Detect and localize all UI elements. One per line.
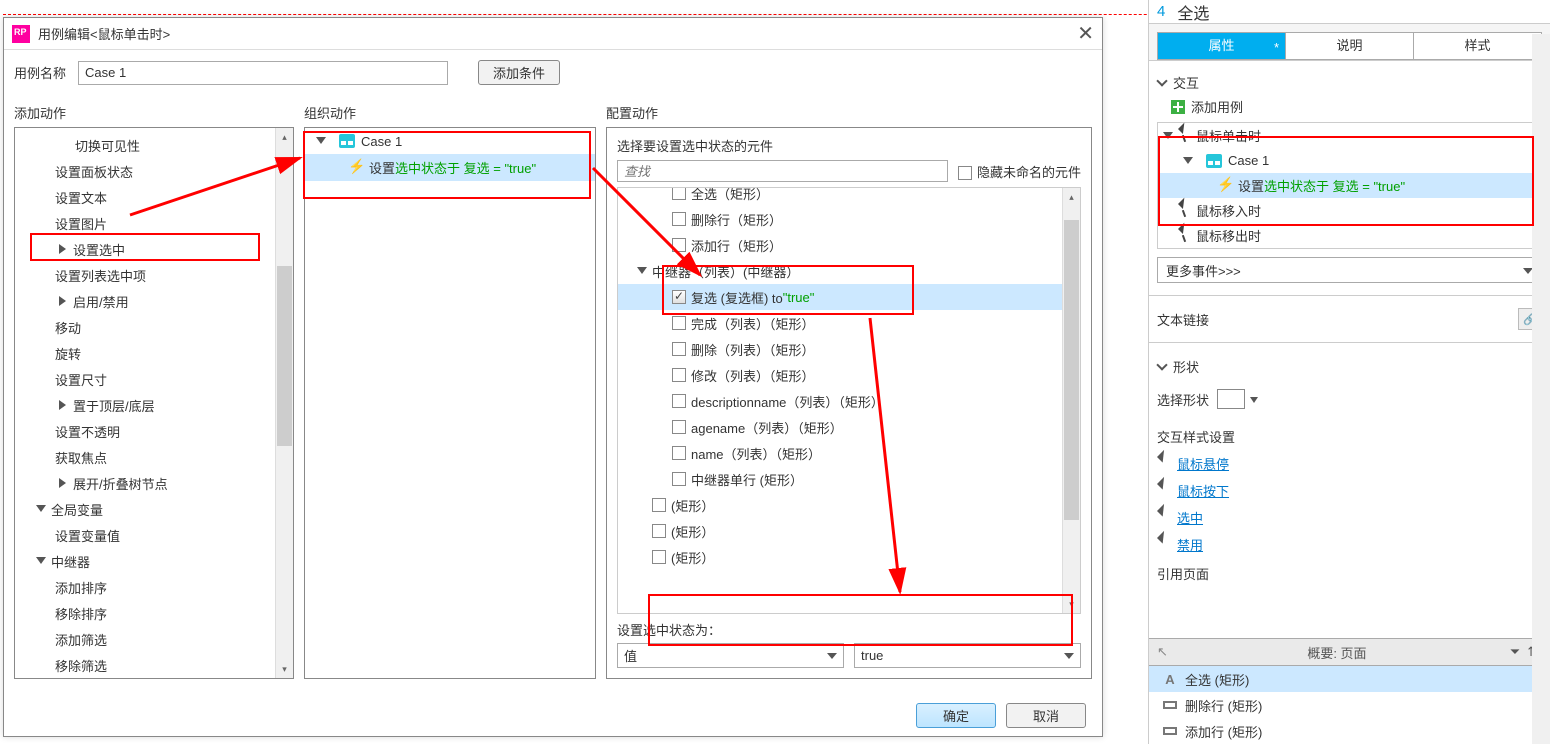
action-set-var[interactable]: 设置变量值 [15, 522, 293, 548]
ev-click[interactable]: 鼠标单击时 [1158, 123, 1541, 148]
style-set-label: 交互样式设置 [1157, 427, 1542, 446]
org-action-row[interactable]: 设置 选中状态于 复选 = "true" [305, 154, 595, 181]
add-condition-button[interactable]: 添加条件 [478, 60, 560, 85]
event-tree: 鼠标单击时 Case 1 设置 选中状态于 复选 = "true" 鼠标移入时 … [1157, 122, 1542, 249]
shape-combo[interactable] [1217, 389, 1245, 409]
scrollbar[interactable] [1532, 34, 1550, 744]
cursor-icon [1178, 229, 1190, 243]
cursor-icon [1157, 538, 1171, 552]
bolt-icon [1218, 179, 1232, 193]
case-name-label: 用例名称 [14, 63, 66, 82]
select-shape-label: 选择形状 [1157, 390, 1209, 409]
tab-style[interactable]: 样式 [1414, 33, 1541, 59]
add-action-header: 添加动作 [14, 103, 294, 122]
cursor-icon [1157, 511, 1171, 525]
scrollbar[interactable]: ▴ ▾ [1062, 188, 1080, 613]
plus-icon [1171, 100, 1185, 114]
cfg-search-input[interactable] [617, 160, 948, 182]
bolt-icon [349, 161, 363, 175]
cancel-button[interactable]: 取消 [1006, 703, 1086, 728]
ev-hover[interactable]: 鼠标移入时 [1158, 198, 1541, 223]
action-opacity[interactable]: 设置不透明 [15, 418, 293, 444]
close-icon[interactable]: ✕ [1077, 21, 1094, 46]
text-link-label: 文本链接 [1157, 310, 1209, 329]
action-set-text[interactable]: 设置文本 [15, 184, 293, 210]
ol-row-2[interactable]: 删除行 (矩形) [1149, 692, 1550, 718]
rect-icon [1163, 701, 1177, 709]
group-global[interactable]: 全局变量 [15, 496, 293, 522]
cfg-row-selected[interactable]: 复选 (复选框) to "true" [618, 284, 1080, 310]
cfg-action-pane: 选择要设置选中状态的元件 隐藏未命名的元件 全选（矩形） 删除行（矩形） 添加行… [606, 127, 1092, 679]
ev-action[interactable]: 设置 选中状态于 复选 = "true" [1158, 173, 1541, 198]
state-value-combo[interactable]: true [854, 643, 1081, 668]
element-list: 全选（矩形） 删除行（矩形） 添加行（矩形） 中继器（列表）(中继器） 复选 (… [617, 187, 1081, 614]
tab-description[interactable]: 说明 [1286, 33, 1414, 59]
org-case[interactable]: Case 1 [305, 128, 595, 154]
group-repeater[interactable]: 中继器 [15, 548, 293, 574]
cursor-icon [1157, 484, 1171, 498]
cursor-icon [1178, 204, 1190, 218]
ol-row-3[interactable]: 添加行 (矩形) [1149, 718, 1550, 744]
section-shape[interactable]: 形状 [1157, 355, 1542, 377]
add-case-link[interactable]: 添加用例 [1171, 97, 1542, 116]
action-size[interactable]: 设置尺寸 [15, 366, 293, 392]
element-index: 4 [1157, 3, 1165, 20]
style-disabled[interactable]: 禁用 [1177, 535, 1203, 554]
tab-attributes[interactable]: 属性 [1158, 33, 1286, 59]
more-events-combo[interactable]: 更多事件>>> [1157, 257, 1542, 283]
action-front-back[interactable]: 置于顶层/底层 [15, 392, 293, 418]
ev-out[interactable]: 鼠标移出时 [1158, 223, 1541, 248]
action-move[interactable]: 移动 [15, 314, 293, 340]
state-type-combo[interactable]: 值 [617, 643, 844, 668]
case-editor-dialog: 用例编辑<鼠标单击时> ✕ 用例名称 添加条件 添加动作 切换可见性 设置面板状… [3, 17, 1103, 737]
outline-title: 概要: 页面 [1168, 643, 1506, 662]
style-selected[interactable]: 选中 [1177, 508, 1203, 527]
action-set-selected[interactable]: 设置选中 [15, 236, 293, 262]
section-interact[interactable]: 交互 [1157, 71, 1542, 93]
outline-list: A全选 (矩形) 删除行 (矩形) 添加行 (矩形) [1149, 666, 1550, 744]
action-tree-node[interactable]: 展开/折叠树节点 [15, 470, 293, 496]
action-set-list-sel[interactable]: 设置列表选中项 [15, 262, 293, 288]
collapse-icon[interactable]: ↖ [1157, 644, 1168, 660]
org-action-pane: Case 1 设置 选中状态于 复选 = "true" [304, 127, 596, 679]
style-down[interactable]: 鼠标按下 [1177, 481, 1229, 500]
inspector-panel: 4 全选 属性 说明 样式 交互 添加用例 鼠标单击时 Case 1 设置 选中… [1148, 0, 1550, 744]
hide-unnamed-check[interactable]: 隐藏未命名的元件 [958, 162, 1081, 181]
action-rm-sort[interactable]: 移除排序 [15, 600, 293, 626]
action-rotate[interactable]: 旋转 [15, 340, 293, 366]
action-rm-filter[interactable]: 移除筛选 [15, 652, 293, 678]
cfg-label: 选择要设置选中状态的元件 [607, 128, 1091, 155]
rect-icon [1163, 727, 1177, 735]
element-name: 全选 [1177, 0, 1209, 24]
action-set-image[interactable]: 设置图片 [15, 210, 293, 236]
case-icon [339, 134, 355, 148]
cursor-icon [1157, 457, 1171, 471]
ev-case[interactable]: Case 1 [1158, 148, 1541, 173]
dialog-title: 用例编辑<鼠标单击时> [38, 24, 170, 43]
action-focus[interactable]: 获取焦点 [15, 444, 293, 470]
action-toggle-vis[interactable]: 切换可见性 [15, 132, 293, 158]
action-add-sort[interactable]: 添加排序 [15, 574, 293, 600]
cursor-icon [1178, 129, 1190, 143]
action-enable[interactable]: 启用/禁用 [15, 288, 293, 314]
ok-button[interactable]: 确定 [916, 703, 996, 728]
style-hover[interactable]: 鼠标悬停 [1177, 454, 1229, 473]
case-icon [1206, 154, 1222, 168]
org-action-header: 组织动作 [304, 103, 596, 122]
ol-row-1[interactable]: A全选 (矩形) [1149, 666, 1550, 692]
cfg-action-header: 配置动作 [606, 103, 1092, 122]
scrollbar[interactable]: ▴ ▾ [275, 128, 293, 678]
set-state-label: 设置选中状态为： [617, 620, 1081, 639]
action-add-filter[interactable]: 添加筛选 [15, 626, 293, 652]
rp-logo-icon [12, 25, 30, 43]
filter-icon[interactable]: ⏷ [1506, 643, 1524, 661]
ref-page-label: 引用页面 [1157, 564, 1542, 583]
add-action-pane: 切换可见性 设置面板状态 设置文本 设置图片 设置选中 设置列表选中项 启用/禁… [14, 127, 294, 679]
action-set-panel[interactable]: 设置面板状态 [15, 158, 293, 184]
case-name-input[interactable] [78, 61, 448, 85]
